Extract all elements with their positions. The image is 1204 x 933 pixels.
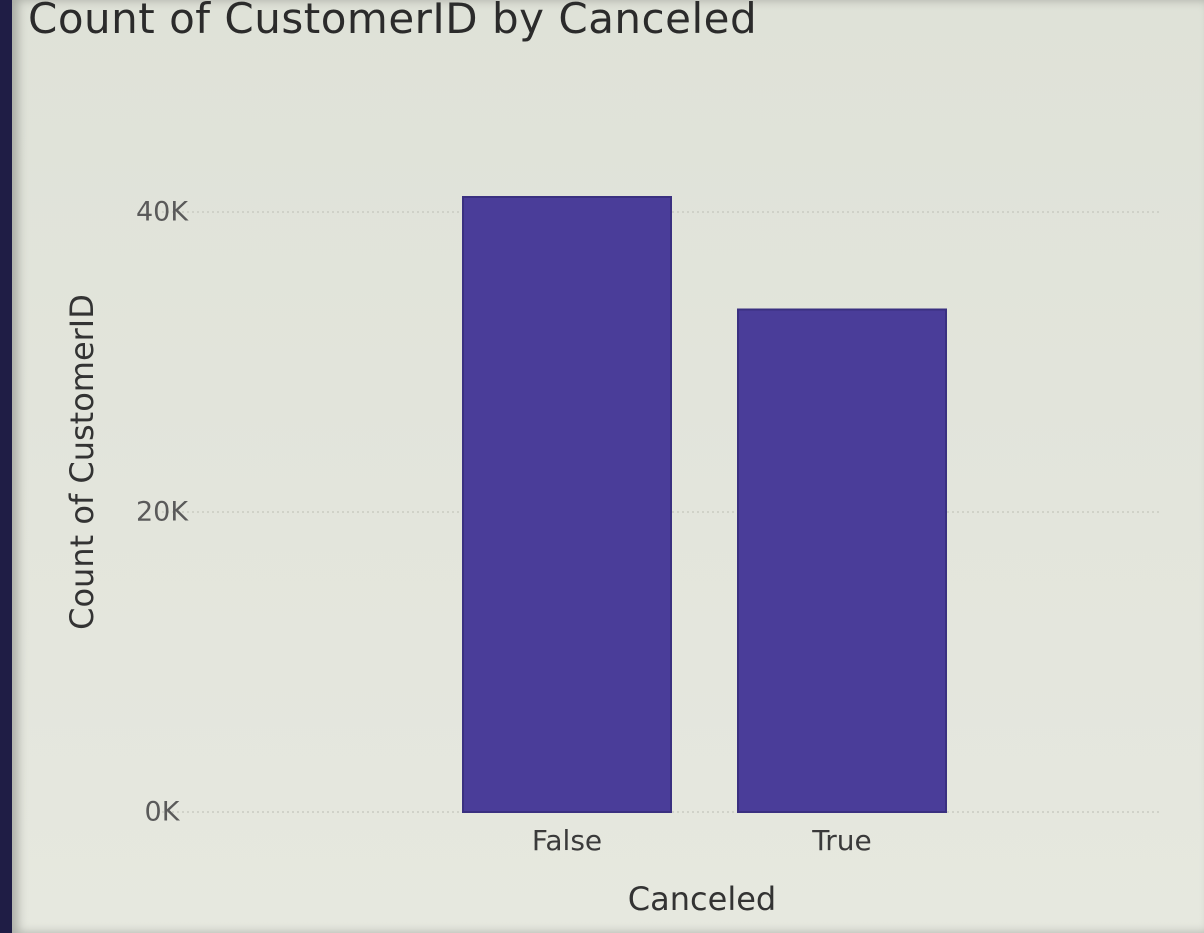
y-axis-title: Count of CustomerID — [63, 294, 101, 630]
x-axis-categories: False True — [532, 824, 872, 857]
bar-chart: 0K 20K 40K False True Count of CustomerID C… — [63, 196, 1162, 918]
bar-true[interactable] — [737, 308, 947, 813]
y-axis-ticks: 0K 20K 40K — [136, 197, 189, 828]
screen-background: Count of CustomerID by Canceled 0K 20K 40K… — [0, 0, 1204, 933]
y-tick-label: 40K — [136, 197, 189, 228]
x-category-label-false: False — [532, 824, 602, 857]
chart-visual[interactable]: Count of CustomerID by Canceled 0K 20K 40K… — [12, 0, 1204, 933]
x-category-label-true: True — [811, 824, 871, 857]
y-tick-label: 0K — [145, 797, 181, 828]
x-axis-title: Canceled — [628, 880, 776, 918]
y-tick-label: 20K — [136, 497, 189, 528]
bar-false[interactable] — [462, 196, 672, 813]
bars — [462, 196, 947, 813]
